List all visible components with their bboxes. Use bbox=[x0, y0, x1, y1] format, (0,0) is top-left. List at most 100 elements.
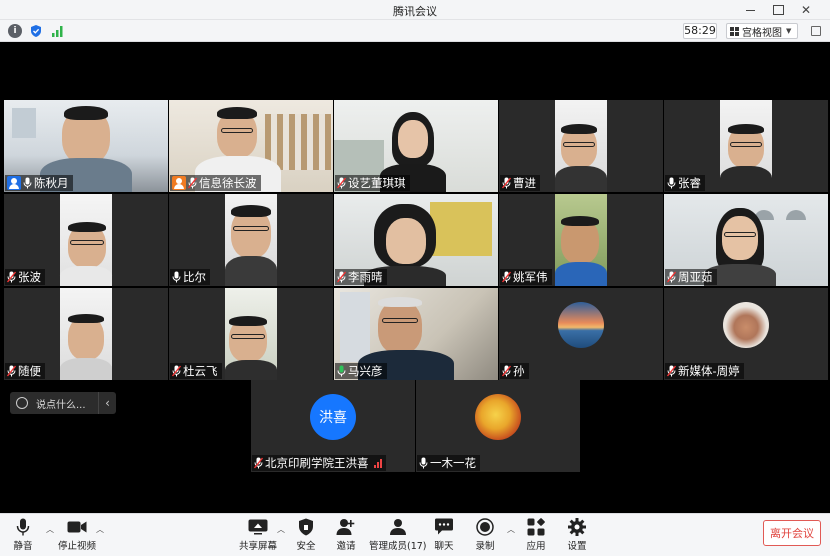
participant-name: 孙 bbox=[513, 364, 525, 378]
chevron-up-icon[interactable]: ︿ bbox=[277, 524, 285, 535]
mic-muted-icon bbox=[7, 365, 16, 377]
participant-name: 张波 bbox=[18, 270, 41, 284]
share-screen-button[interactable]: 共享屏幕 bbox=[239, 517, 277, 552]
mic-muted-icon bbox=[337, 271, 346, 283]
maximize-icon[interactable] bbox=[764, 0, 792, 20]
mic-muted-icon bbox=[337, 177, 346, 189]
manage-members-button[interactable]: 管理成员(17) bbox=[369, 517, 427, 552]
leave-meeting-button[interactable]: 离开会议 bbox=[763, 520, 821, 546]
chevron-up-icon[interactable]: ︿ bbox=[507, 524, 515, 535]
apps-button[interactable]: 应用 bbox=[526, 517, 546, 552]
participant-tile[interactable]: 陈秋月 bbox=[4, 100, 168, 192]
meeting-window: 腾讯会议 ✕ i 58:29 宫格视图 ▼ 陈秋月 信息徐长波 设艺董琪琪 曹进… bbox=[0, 0, 830, 556]
apps-label: 应用 bbox=[526, 541, 546, 552]
participant-namebar: 随便 bbox=[5, 363, 45, 379]
participant-tile[interactable]: 新媒体-周婷 bbox=[664, 288, 828, 380]
participant-tile[interactable]: 姚军伟 bbox=[499, 194, 663, 286]
participant-name: 随便 bbox=[18, 364, 41, 378]
participant-name: 周亚茹 bbox=[678, 270, 713, 284]
manage-members-label: 管理成员(17) bbox=[369, 541, 427, 552]
participant-name: 一木一花 bbox=[430, 456, 476, 470]
participant-name: 信息徐长波 bbox=[199, 176, 257, 190]
participant-tile[interactable]: 比尔 bbox=[169, 194, 333, 286]
participant-name: 陈秋月 bbox=[34, 176, 69, 190]
members-icon bbox=[388, 517, 408, 537]
participant-namebar: 北京印刷学院王洪喜 bbox=[252, 455, 386, 471]
mute-label: 静音 bbox=[13, 541, 33, 552]
participant-namebar: 一木一花 bbox=[417, 455, 480, 471]
chat-icon bbox=[434, 517, 454, 537]
mic-muted-icon bbox=[667, 271, 676, 283]
view-mode-button[interactable]: 宫格视图 ▼ bbox=[726, 23, 798, 39]
mic-icon bbox=[419, 457, 428, 469]
participant-name: 张睿 bbox=[678, 176, 701, 190]
host-icon bbox=[7, 176, 21, 190]
camera-icon bbox=[67, 517, 87, 537]
record-label: 录制 bbox=[475, 541, 495, 552]
participant-namebar: 孙 bbox=[500, 363, 529, 379]
participant-tile[interactable]: 曹进 bbox=[499, 100, 663, 192]
participant-tile-active-speaker[interactable]: 马兴彦 bbox=[334, 288, 498, 380]
participant-tile[interactable]: 洪喜 北京印刷学院王洪喜 bbox=[251, 380, 415, 472]
stop-video-label: 停止视频 bbox=[58, 541, 97, 552]
mic-icon bbox=[172, 271, 181, 283]
participant-namebar: 曹进 bbox=[500, 175, 540, 191]
participant-name: 比尔 bbox=[183, 270, 206, 284]
participant-name: 新媒体-周婷 bbox=[678, 364, 740, 378]
microphone-icon bbox=[13, 517, 33, 537]
window-title: 腾讯会议 bbox=[393, 5, 437, 18]
network-signal-icon[interactable] bbox=[51, 24, 65, 38]
chat-placeholder: 说点什么... bbox=[36, 399, 86, 411]
participant-namebar: 周亚茹 bbox=[665, 269, 717, 285]
minimize-icon[interactable] bbox=[736, 0, 764, 20]
chevron-left-icon[interactable]: ‹ bbox=[98, 392, 116, 414]
share-screen-icon bbox=[248, 517, 268, 537]
participant-namebar: 信息徐长波 bbox=[170, 175, 261, 191]
participant-tile[interactable]: 随便 bbox=[4, 288, 168, 380]
invite-button[interactable]: 邀请 bbox=[336, 517, 356, 552]
mute-button[interactable]: 静音 bbox=[13, 517, 33, 552]
settings-button[interactable]: 设置 bbox=[567, 517, 587, 552]
participant-tile[interactable]: 杜云飞 bbox=[169, 288, 333, 380]
chevron-up-icon[interactable]: ︿ bbox=[46, 524, 54, 535]
chevron-down-icon: ▼ bbox=[786, 27, 792, 35]
participant-name: 北京印刷学院王洪喜 bbox=[265, 456, 369, 470]
participant-tile[interactable]: 设艺董琪琪 bbox=[334, 100, 498, 192]
security-button[interactable]: 安全 bbox=[296, 517, 316, 552]
meeting-info-bar: i 58:29 宫格视图 ▼ bbox=[0, 20, 830, 42]
cohost-icon bbox=[172, 176, 186, 190]
fullscreen-icon[interactable] bbox=[811, 26, 821, 36]
chat-quick-input[interactable]: 说点什么... ‹ bbox=[10, 392, 116, 414]
close-icon[interactable]: ✕ bbox=[792, 0, 820, 20]
participant-namebar: 比尔 bbox=[170, 269, 210, 285]
participant-namebar: 李雨晴 bbox=[335, 269, 387, 285]
record-button[interactable]: 录制 bbox=[475, 517, 495, 552]
participant-tile[interactable]: 张睿 bbox=[664, 100, 828, 192]
participant-name: 李雨晴 bbox=[348, 270, 383, 284]
participant-namebar: 张波 bbox=[5, 269, 45, 285]
stop-video-button[interactable]: 停止视频 bbox=[58, 517, 96, 552]
title-bar: 腾讯会议 ✕ bbox=[0, 0, 830, 20]
shield-icon[interactable] bbox=[29, 24, 43, 38]
participant-tile[interactable]: 信息徐长波 bbox=[169, 100, 333, 192]
chevron-up-icon[interactable]: ︿ bbox=[96, 524, 104, 535]
mic-muted-icon bbox=[502, 271, 511, 283]
share-screen-label: 共享屏幕 bbox=[239, 541, 278, 552]
chat-button[interactable]: 聊天 bbox=[434, 517, 454, 552]
mic-muted-icon bbox=[667, 365, 676, 377]
info-icon[interactable]: i bbox=[8, 24, 22, 38]
participant-tile[interactable]: 孙 bbox=[499, 288, 663, 380]
participant-tile[interactable]: 一木一花 bbox=[416, 380, 580, 472]
mic-icon bbox=[667, 177, 676, 189]
mic-muted-icon bbox=[502, 365, 511, 377]
mic-muted-icon bbox=[172, 365, 181, 377]
emoji-icon[interactable] bbox=[16, 397, 28, 409]
participant-tile[interactable]: 李雨晴 bbox=[334, 194, 498, 286]
participant-namebar: 张睿 bbox=[665, 175, 705, 191]
avatar bbox=[558, 302, 604, 348]
participant-tile[interactable]: 张波 bbox=[4, 194, 168, 286]
avatar: 洪喜 bbox=[310, 394, 356, 440]
participant-tile[interactable]: 周亚茹 bbox=[664, 194, 828, 286]
mic-muted-icon bbox=[502, 177, 511, 189]
mic-muted-icon bbox=[188, 177, 197, 189]
